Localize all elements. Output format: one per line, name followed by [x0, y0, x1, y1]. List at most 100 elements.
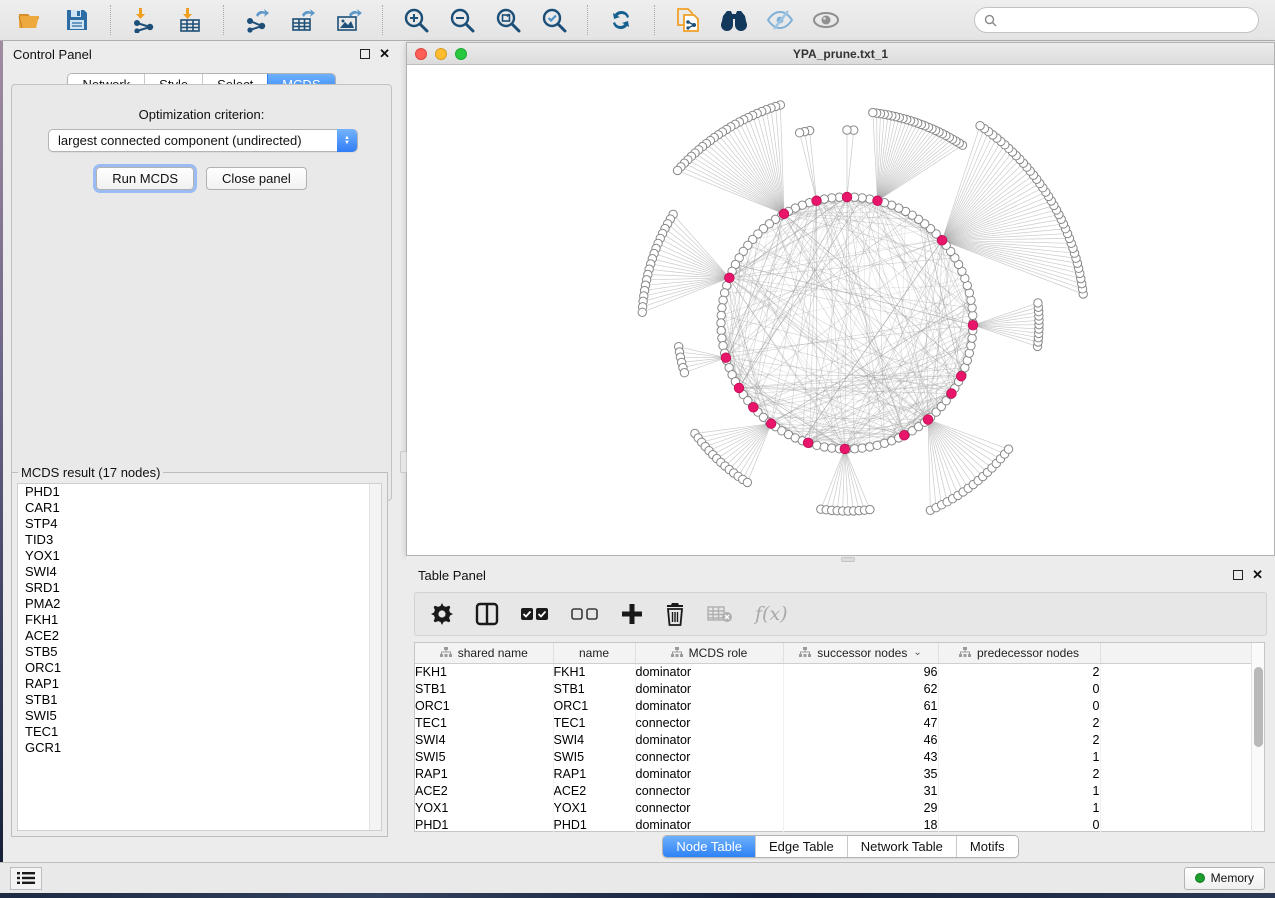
table-cell[interactable]: ORC1 — [415, 697, 553, 714]
table-cell[interactable]: connector — [635, 714, 783, 731]
table-cell[interactable] — [1100, 697, 1251, 714]
table-cell[interactable]: connector — [635, 782, 783, 799]
refresh-button[interactable] — [600, 3, 642, 37]
table-cell[interactable] — [1100, 799, 1251, 816]
network-leaf-nodes[interactable] — [638, 101, 1087, 515]
tab-network-table[interactable]: Network Table — [847, 836, 956, 857]
table-cell[interactable]: RAP1 — [415, 765, 553, 782]
add-column-icon[interactable] — [621, 603, 643, 625]
table-cell[interactable]: FKH1 — [415, 663, 553, 680]
table-cell[interactable]: connector — [635, 799, 783, 816]
zoom-out-button[interactable] — [441, 3, 483, 37]
column-header-predecessor-nodes[interactable]: predecessor nodes — [938, 643, 1100, 663]
mcds-list-scrollbar[interactable] — [369, 484, 381, 830]
import-network-button[interactable] — [123, 3, 165, 37]
search-input[interactable] — [1003, 13, 1249, 27]
table-cell[interactable] — [1100, 765, 1251, 782]
table-cell[interactable] — [1100, 680, 1251, 697]
mcds-result-item[interactable]: FKH1 — [18, 612, 381, 628]
table-cell[interactable]: SWI5 — [415, 748, 553, 765]
eye-button[interactable] — [805, 3, 847, 37]
deselect-all-checks-icon[interactable] — [571, 607, 599, 621]
table-cell[interactable]: dominator — [635, 731, 783, 748]
table-cell[interactable] — [1100, 782, 1251, 799]
node-table-grid[interactable]: shared namenameMCDS rolesuccessor nodes⌄… — [415, 643, 1252, 833]
mcds-result-item[interactable]: SWI5 — [18, 708, 381, 724]
table-cell[interactable]: 1 — [938, 748, 1100, 765]
table-cell[interactable]: 31 — [783, 782, 938, 799]
column-header-successor-nodes[interactable]: successor nodes⌄ — [783, 643, 938, 663]
table-cell[interactable]: 43 — [783, 748, 938, 765]
table-row[interactable]: RAP1RAP1dominator352 — [415, 765, 1251, 782]
run-mcds-button[interactable]: Run MCDS — [96, 167, 194, 190]
table-cell[interactable]: ORC1 — [553, 697, 635, 714]
table-cell[interactable]: YOX1 — [415, 799, 553, 816]
show-hide-panels-button[interactable] — [759, 3, 801, 37]
save-session-button[interactable] — [56, 3, 98, 37]
table-row[interactable]: TEC1TEC1connector472 — [415, 714, 1251, 731]
table-row[interactable]: PHD1PHD1dominator180 — [415, 816, 1251, 833]
table-cell[interactable]: 0 — [938, 816, 1100, 833]
table-cell[interactable]: 2 — [938, 731, 1100, 748]
table-row[interactable]: STB1STB1dominator620 — [415, 680, 1251, 697]
mcds-result-item[interactable]: ORC1 — [18, 660, 381, 676]
mcds-result-item[interactable]: ACE2 — [18, 628, 381, 644]
mcds-result-item[interactable]: PHD1 — [18, 484, 381, 500]
mcds-result-item[interactable]: TID3 — [18, 532, 381, 548]
table-row[interactable]: ORC1ORC1dominator610 — [415, 697, 1251, 714]
table-cell[interactable] — [1100, 714, 1251, 731]
mcds-result-item[interactable]: CAR1 — [18, 500, 381, 516]
table-cell[interactable]: dominator — [635, 816, 783, 833]
table-cell[interactable] — [1100, 663, 1251, 680]
delete-column-icon[interactable] — [665, 602, 685, 626]
table-cell[interactable]: connector — [635, 748, 783, 765]
table-cell[interactable]: PHD1 — [553, 816, 635, 833]
split-pane-grip[interactable] — [400, 451, 407, 473]
search-network-button[interactable] — [713, 3, 755, 37]
zoom-selected-button[interactable] — [533, 3, 575, 37]
table-row[interactable]: YOX1YOX1connector291 — [415, 799, 1251, 816]
table-cell[interactable]: 2 — [938, 765, 1100, 782]
table-cell[interactable]: 47 — [783, 714, 938, 731]
optimization-criterion-select[interactable]: largest connected component (undirected)… — [48, 129, 358, 152]
clone-network-button[interactable] — [667, 3, 709, 37]
mcds-result-item[interactable]: STB1 — [18, 692, 381, 708]
network-canvas[interactable] — [407, 65, 1274, 555]
close-panel-button[interactable]: Close panel — [206, 167, 307, 190]
table-cell[interactable]: 1 — [938, 799, 1100, 816]
mcds-result-item[interactable]: YOX1 — [18, 548, 381, 564]
table-cell[interactable]: ACE2 — [553, 782, 635, 799]
table-scrollbar[interactable] — [1251, 643, 1264, 831]
table-cell[interactable] — [1100, 816, 1251, 833]
tab-edge-table[interactable]: Edge Table — [755, 836, 847, 857]
table-cell[interactable]: 1 — [938, 782, 1100, 799]
table-cell[interactable]: TEC1 — [415, 714, 553, 731]
mcds-result-list[interactable]: PHD1CAR1STP4TID3YOX1SWI4SRD1PMA2FKH1ACE2… — [17, 483, 382, 831]
tab-motifs[interactable]: Motifs — [956, 836, 1018, 857]
table-cell[interactable]: YOX1 — [553, 799, 635, 816]
float-panel-icon[interactable] — [360, 49, 370, 59]
search-box[interactable] — [974, 7, 1259, 33]
table-cell[interactable]: TEC1 — [553, 714, 635, 731]
table-cell[interactable]: SWI5 — [553, 748, 635, 765]
tab-node-table[interactable]: Node Table — [663, 836, 755, 857]
table-cell[interactable]: 96 — [783, 663, 938, 680]
export-image-button[interactable] — [328, 3, 370, 37]
mcds-result-item[interactable]: STB5 — [18, 644, 381, 660]
memory-button[interactable]: Memory — [1184, 867, 1265, 890]
select-all-checks-icon[interactable] — [521, 607, 549, 621]
table-scrollbar-thumb[interactable] — [1254, 667, 1263, 747]
table-row[interactable]: SWI4SWI4dominator462 — [415, 731, 1251, 748]
table-cell[interactable] — [1100, 748, 1251, 765]
table-cell[interactable]: 2 — [938, 714, 1100, 731]
column-header-shared-name[interactable]: shared name — [415, 643, 553, 663]
table-row[interactable]: FKH1FKH1dominator962 — [415, 663, 1251, 680]
table-cell[interactable]: 18 — [783, 816, 938, 833]
table-cell[interactable]: FKH1 — [553, 663, 635, 680]
mcds-result-item[interactable]: SWI4 — [18, 564, 381, 580]
export-table-button[interactable] — [282, 3, 324, 37]
zoom-fit-button[interactable] — [487, 3, 529, 37]
mcds-result-item[interactable]: SRD1 — [18, 580, 381, 596]
table-cell[interactable]: 61 — [783, 697, 938, 714]
table-cell[interactable]: ACE2 — [415, 782, 553, 799]
